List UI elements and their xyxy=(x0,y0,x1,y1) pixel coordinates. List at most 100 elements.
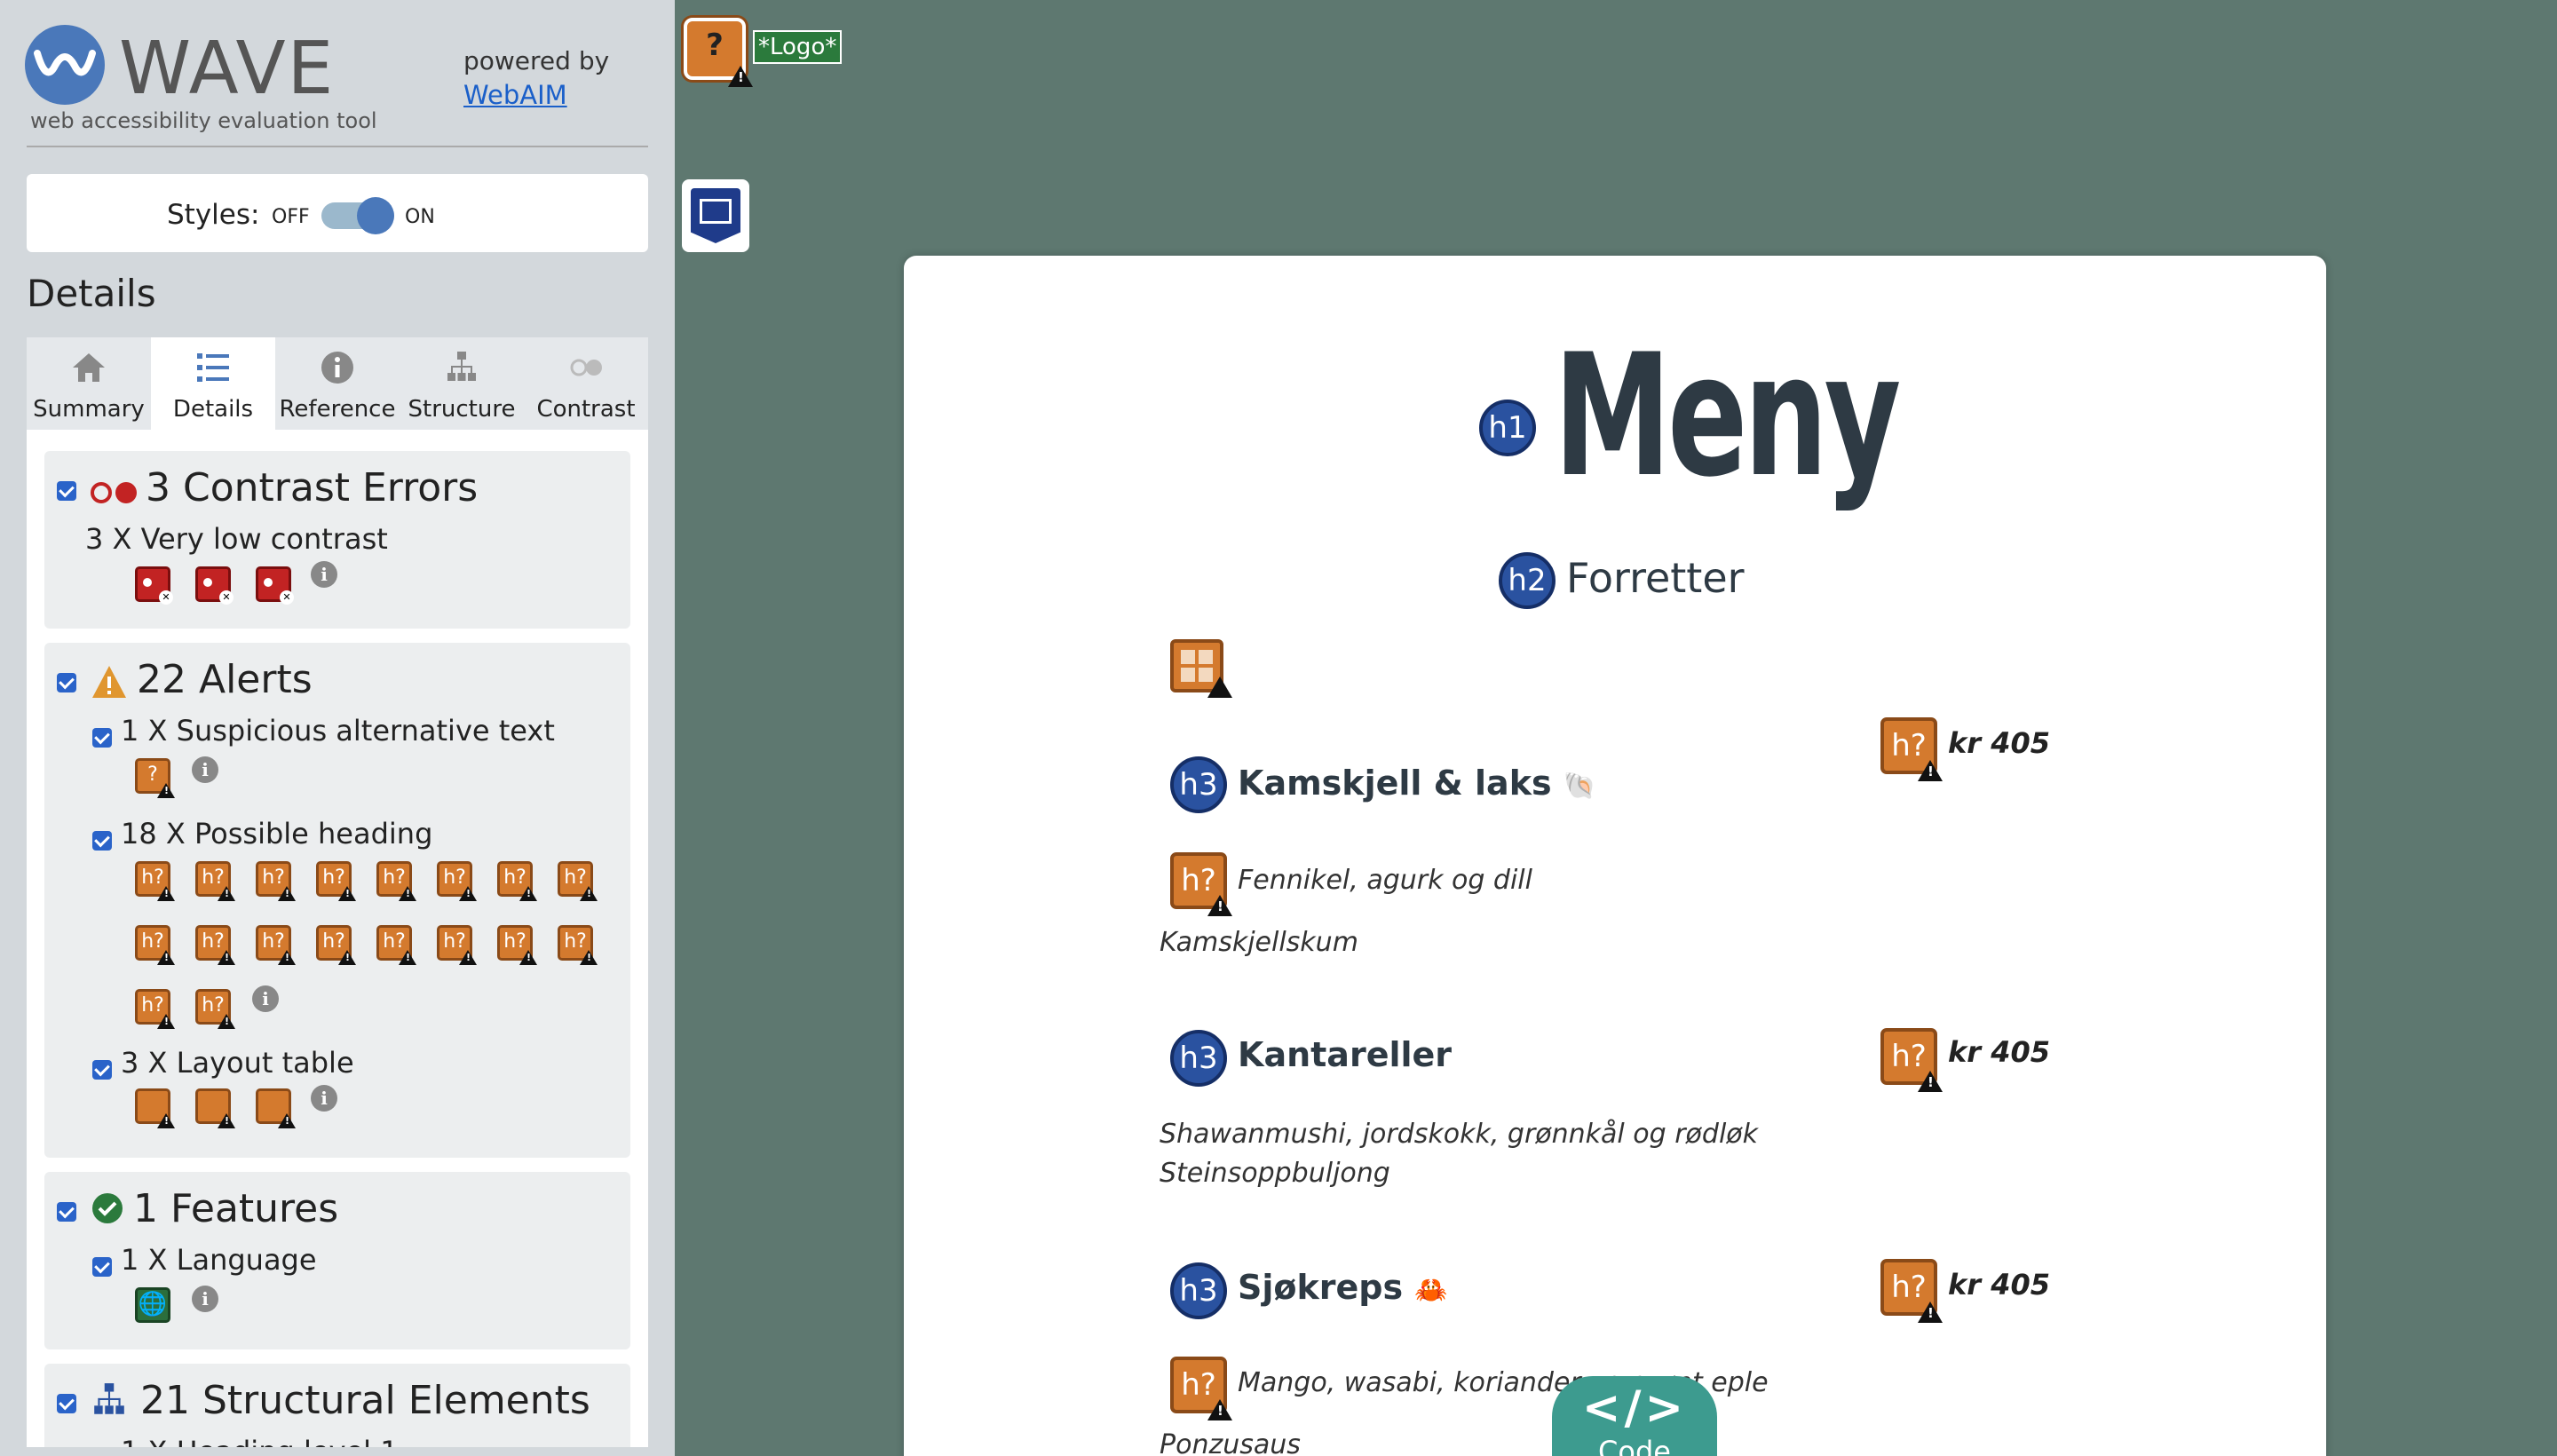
h3-badge[interactable]: h3 xyxy=(1170,756,1227,813)
heading-level-1-label: 1 X Heading level 1 xyxy=(121,1435,399,1447)
possible-heading-icon[interactable]: h? xyxy=(316,925,356,965)
tab-label: Structure xyxy=(408,396,516,423)
toggle-off-label: OFF xyxy=(272,206,310,228)
logo-alt-text: *Logo* xyxy=(753,30,843,64)
contrast-errors-group: 3 Contrast Errors 3 X Very low contrast … xyxy=(44,451,630,629)
tab-details[interactable]: Details xyxy=(151,337,275,431)
h3-badge[interactable]: h3 xyxy=(1170,1262,1227,1319)
styles-toggle-card: Styles: OFF ON xyxy=(27,174,648,252)
evaluated-page[interactable]: ? *Logo* h1 Meny h2 Forretter h3 Kamskje… xyxy=(675,0,2557,1456)
h1-badge[interactable]: h1 xyxy=(1479,400,1536,456)
wave-title: WAVE xyxy=(119,27,336,111)
structural-checkbox[interactable] xyxy=(57,1394,76,1413)
shell-icon: 🐚 xyxy=(1563,771,1597,802)
code-label: Code xyxy=(1598,1435,1671,1456)
features-checkbox[interactable] xyxy=(57,1202,76,1222)
wave-subtitle: web accessibility evaluation tool xyxy=(30,108,377,133)
layout-table-label: 3 X Layout table xyxy=(121,1046,354,1080)
dish-name: Kamskjell & laks 🐚 xyxy=(1238,764,1597,803)
suspicious-alt-badge[interactable]: ? xyxy=(684,18,753,87)
possible-heading-icon[interactable]: h? xyxy=(558,925,598,965)
possible-heading-icon[interactable]: h? xyxy=(256,861,296,901)
toggle-on-label: ON xyxy=(405,206,435,228)
tab-label: Summary xyxy=(33,396,145,423)
code-icon: </> xyxy=(1581,1381,1688,1435)
possible-heading-icon[interactable]: h? xyxy=(497,861,537,901)
tab-summary[interactable]: Summary xyxy=(27,337,151,430)
possible-heading-icon[interactable]: h? xyxy=(256,925,296,965)
language-icon[interactable]: 🌐 xyxy=(135,1287,170,1323)
wave-logo-icon xyxy=(25,25,105,105)
alert-icon xyxy=(92,666,126,698)
layout-table-icon[interactable] xyxy=(256,1088,296,1128)
tab-reference[interactable]: Reference xyxy=(275,337,400,430)
dish-sauce: Steinsoppbuljong xyxy=(1160,1158,1390,1189)
possible-heading-icon[interactable]: h? xyxy=(135,989,175,1029)
possible-heading-label: 18 X Possible heading xyxy=(121,817,433,851)
dish-sauce: Kamskjellskum xyxy=(1160,927,1358,958)
tab-label: Details xyxy=(172,396,254,423)
possible-heading-badge[interactable]: h? xyxy=(1880,717,1943,781)
details-panel[interactable]: 3 Contrast Errors 3 X Very low contrast … xyxy=(27,430,648,1447)
home-icon xyxy=(73,353,105,382)
code-toggle-button[interactable]: </> Code xyxy=(1552,1376,1717,1456)
wave-logo-area: WAVE web accessibility evaluation tool p… xyxy=(25,21,646,146)
alert-triangle-icon xyxy=(1207,677,1232,698)
contrast-error-icon[interactable] xyxy=(195,566,234,605)
window-frame-icon[interactable] xyxy=(682,179,749,252)
info-icon[interactable]: i xyxy=(192,756,218,783)
language-checkbox[interactable] xyxy=(92,1257,112,1277)
contrast-error-icon xyxy=(91,482,137,503)
webaim-link[interactable]: WebAIM xyxy=(463,80,567,110)
layout-table-icon[interactable] xyxy=(135,1088,175,1128)
suspicious-alt-label: 1 X Suspicious alternative text xyxy=(121,714,555,748)
panel-tabs: Summary Details Reference Structure Cont… xyxy=(27,337,648,431)
possible-heading-icon[interactable]: h? xyxy=(195,925,235,965)
possible-heading-icon[interactable]: h? xyxy=(497,925,537,965)
possible-heading-badge[interactable]: h? xyxy=(1170,1357,1232,1420)
tab-contrast[interactable]: Contrast xyxy=(524,337,648,430)
dish-sauce: Ponzusaus xyxy=(1160,1429,1301,1456)
tab-structure[interactable]: Structure xyxy=(400,337,524,430)
alerts-group: 22 Alerts 1 X Suspicious alternative tex… xyxy=(44,643,630,1158)
info-icon[interactable]: i xyxy=(311,1085,337,1112)
wave-sidebar: WAVE web accessibility evaluation tool p… xyxy=(0,0,675,1456)
possible-heading-icon[interactable]: h? xyxy=(376,925,416,965)
menu-title: Meny xyxy=(1554,318,1901,514)
contrast-error-icon[interactable] xyxy=(256,566,294,605)
possible-heading-icon[interactable]: h? xyxy=(135,861,175,901)
possible-heading-checkbox[interactable] xyxy=(92,831,112,851)
possible-heading-icon[interactable]: h? xyxy=(558,861,598,901)
alerts-checkbox[interactable] xyxy=(57,673,76,692)
styles-label: Styles: xyxy=(167,199,260,231)
h3-badge[interactable]: h3 xyxy=(1170,1030,1227,1087)
info-icon[interactable]: i xyxy=(311,561,337,588)
suspicious-alt-checkbox[interactable] xyxy=(92,728,112,748)
possible-heading-icon[interactable]: h? xyxy=(437,925,477,965)
layout-table-checkbox[interactable] xyxy=(92,1060,112,1080)
layout-table-icon[interactable] xyxy=(195,1088,235,1128)
possible-heading-icon[interactable]: h? xyxy=(195,861,235,901)
contrast-errors-title: 3 Contrast Errors xyxy=(146,465,479,510)
possible-heading-icon[interactable]: h? xyxy=(437,861,477,901)
possible-heading-icon[interactable]: h? xyxy=(195,989,235,1029)
tab-label: Reference xyxy=(279,396,396,423)
contrast-errors-checkbox[interactable] xyxy=(57,481,76,501)
possible-heading-badge[interactable]: h? xyxy=(1880,1028,1943,1092)
dish-description: Shawanmushi, jordskokk, grønnkål og rødl… xyxy=(1160,1119,1759,1150)
info-icon[interactable]: i xyxy=(192,1286,218,1312)
feature-check-icon xyxy=(92,1193,123,1223)
info-icon xyxy=(321,352,353,384)
contrast-error-icon[interactable] xyxy=(135,566,173,605)
toggle-knob[interactable] xyxy=(357,197,394,234)
possible-heading-icon[interactable]: h? xyxy=(135,925,175,965)
possible-heading-icon[interactable]: h? xyxy=(316,861,356,901)
possible-heading-badge[interactable]: h? xyxy=(1880,1259,1943,1323)
dish-name: Sjøkreps 🦀 xyxy=(1238,1268,1448,1307)
h2-badge[interactable]: h2 xyxy=(1499,552,1556,609)
dish-price: kr 405 xyxy=(1948,1035,2050,1069)
suspicious-alt-icon[interactable]: ? xyxy=(135,758,175,798)
possible-heading-badge[interactable]: h? xyxy=(1170,852,1232,916)
possible-heading-icon[interactable]: h? xyxy=(376,861,416,901)
info-icon[interactable]: i xyxy=(252,985,279,1012)
